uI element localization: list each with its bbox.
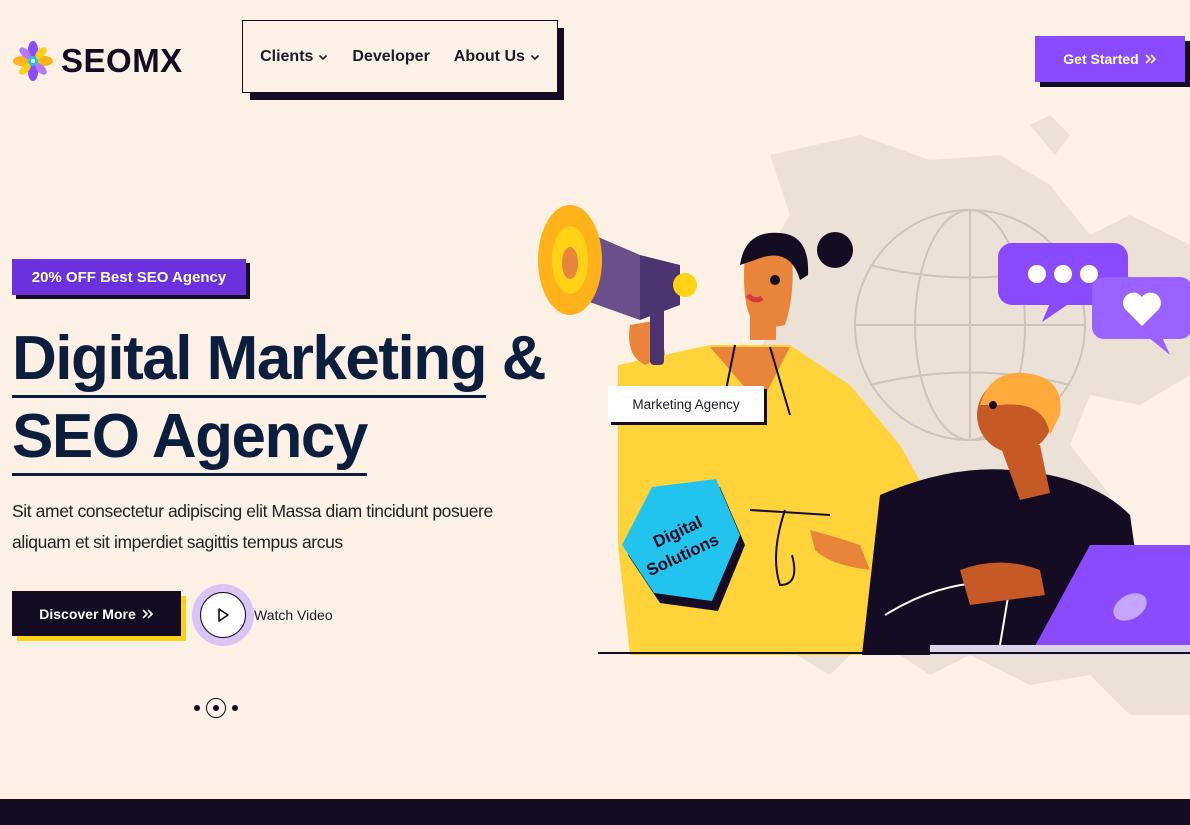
- play-video-button[interactable]: [200, 592, 246, 638]
- nav-item-label: Clients: [260, 47, 314, 65]
- brand-name: SEOMX: [61, 42, 183, 79]
- tag-label: Marketing Agency: [608, 386, 764, 422]
- double-chevron-right-icon: [142, 608, 153, 619]
- slider-dot-1[interactable]: [194, 705, 200, 711]
- headline-line-2: SEO Agency: [12, 398, 572, 476]
- get-started-wrapper: Get Started: [1035, 36, 1190, 87]
- nav-item-developer[interactable]: Developer: [352, 48, 429, 66]
- hero-illustration: Digital Solutions: [538, 115, 1190, 715]
- nav-item-about-us[interactable]: About Us: [454, 48, 540, 66]
- flower-logo-icon: [13, 41, 53, 81]
- get-started-button[interactable]: Get Started: [1035, 36, 1185, 82]
- footer-band: [0, 799, 1190, 825]
- slider-dot-2-active[interactable]: [206, 698, 226, 718]
- discover-more-wrapper: Discover More: [12, 591, 186, 641]
- chevron-down-icon: [319, 54, 328, 60]
- discover-more-label: Discover More: [39, 605, 136, 622]
- brand-logo[interactable]: SEOMX: [13, 40, 183, 82]
- get-started-label: Get Started: [1063, 51, 1139, 67]
- active-dot-core: [213, 705, 219, 711]
- badge-text: 20% OFF Best SEO Agency: [12, 259, 246, 295]
- offer-badge: 20% OFF Best SEO Agency: [12, 259, 250, 299]
- nav-item-label: Developer: [352, 47, 430, 65]
- main-navigation: Clients Developer About Us: [242, 20, 564, 100]
- headline-text-2: SEO Agency: [12, 401, 368, 476]
- discover-more-button[interactable]: Discover More: [12, 591, 181, 636]
- nav-item-clients[interactable]: Clients: [260, 48, 328, 66]
- headline-ampersand: &: [501, 324, 547, 393]
- hero-headline: Digital Marketing & SEO Agency: [12, 320, 572, 476]
- headline-line-1: Digital Marketing &: [12, 320, 572, 398]
- slider-dot-3[interactable]: [232, 705, 238, 711]
- headline-text-1: Digital Marketing: [12, 324, 488, 398]
- nav-item-label: About Us: [453, 47, 525, 65]
- watch-video-link[interactable]: Watch Video: [254, 607, 333, 623]
- play-icon: [218, 608, 229, 622]
- hero-description: Sit amet consectetur adipiscing elit Mas…: [12, 501, 493, 552]
- nav-bar: Clients Developer About Us: [242, 20, 558, 93]
- chevron-down-icon: [530, 54, 539, 60]
- double-chevron-right-icon: [1145, 54, 1156, 64]
- slider-pagination: [194, 698, 238, 718]
- marketing-agency-tag: Marketing Agency: [608, 386, 767, 425]
